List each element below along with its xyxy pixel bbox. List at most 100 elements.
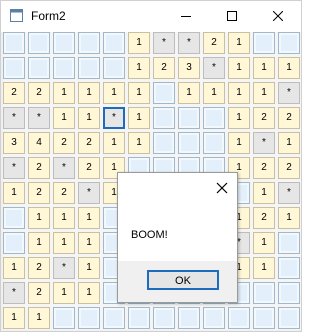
grid-cell[interactable] <box>278 32 300 54</box>
grid-cell[interactable]: 1 <box>253 257 275 279</box>
grid-cell[interactable]: 1 <box>178 82 200 104</box>
grid-cell[interactable]: 2 <box>53 182 75 204</box>
grid-cell[interactable] <box>178 107 200 129</box>
maximize-button[interactable] <box>209 1 255 32</box>
grid-cell[interactable]: 1 <box>78 282 100 304</box>
grid-cell[interactable]: 1 <box>53 207 75 229</box>
grid-cell[interactable]: * <box>53 157 75 179</box>
grid-cell[interactable] <box>153 107 175 129</box>
grid-cell[interactable] <box>203 107 225 129</box>
grid-cell[interactable] <box>253 32 275 54</box>
minimize-button[interactable] <box>163 1 209 32</box>
grid-cell[interactable]: * <box>53 257 75 279</box>
grid-cell[interactable]: 3 <box>3 132 25 154</box>
grid-cell[interactable]: 1 <box>253 182 275 204</box>
grid-cell[interactable]: 1 <box>78 207 100 229</box>
grid-cell[interactable]: * <box>3 282 25 304</box>
grid-cell[interactable] <box>228 307 250 329</box>
grid-cell[interactable]: * <box>3 157 25 179</box>
grid-cell[interactable]: 2 <box>28 82 50 104</box>
grid-cell[interactable]: 1 <box>3 307 25 329</box>
grid-cell[interactable]: 1 <box>53 282 75 304</box>
grid-cell[interactable] <box>128 307 150 329</box>
ok-button[interactable]: OK <box>147 270 219 290</box>
grid-cell[interactable]: 2 <box>28 257 50 279</box>
grid-cell[interactable]: 1 <box>78 232 100 254</box>
grid-cell[interactable]: 2 <box>28 157 50 179</box>
grid-cell[interactable]: 2 <box>153 57 175 79</box>
grid-cell[interactable]: 1 <box>128 107 150 129</box>
grid-cell[interactable]: 1 <box>253 232 275 254</box>
grid-cell[interactable] <box>178 132 200 154</box>
grid-cell[interactable]: 2 <box>253 157 275 179</box>
grid-cell[interactable] <box>78 57 100 79</box>
grid-cell[interactable] <box>3 57 25 79</box>
grid-cell[interactable]: 2 <box>53 132 75 154</box>
grid-cell[interactable]: * <box>103 107 125 129</box>
grid-cell[interactable]: 1 <box>53 232 75 254</box>
grid-cell[interactable] <box>28 32 50 54</box>
grid-cell[interactable] <box>28 57 50 79</box>
grid-cell[interactable] <box>103 57 125 79</box>
grid-cell[interactable] <box>153 307 175 329</box>
grid-cell[interactable] <box>103 32 125 54</box>
grid-cell[interactable]: 1 <box>278 207 300 229</box>
grid-cell[interactable]: 1 <box>28 232 50 254</box>
grid-cell[interactable]: 2 <box>28 282 50 304</box>
grid-cell[interactable] <box>53 307 75 329</box>
grid-cell[interactable]: 1 <box>278 132 300 154</box>
grid-cell[interactable]: 3 <box>178 57 200 79</box>
grid-cell[interactable]: 1 <box>228 82 250 104</box>
grid-cell[interactable]: * <box>3 107 25 129</box>
grid-cell[interactable]: 1 <box>278 57 300 79</box>
grid-cell[interactable] <box>78 32 100 54</box>
grid-cell[interactable]: 1 <box>128 32 150 54</box>
grid-cell[interactable]: 1 <box>253 82 275 104</box>
grid-cell[interactable]: 1 <box>28 307 50 329</box>
grid-cell[interactable] <box>278 232 300 254</box>
grid-cell[interactable]: 1 <box>103 82 125 104</box>
title-bar[interactable]: Form2 <box>1 1 301 32</box>
grid-cell[interactable]: 1 <box>128 132 150 154</box>
grid-cell[interactable]: 1 <box>228 57 250 79</box>
grid-cell[interactable]: 2 <box>253 107 275 129</box>
grid-cell[interactable]: 1 <box>128 57 150 79</box>
grid-cell[interactable]: 1 <box>78 82 100 104</box>
grid-cell[interactable] <box>278 307 300 329</box>
grid-cell[interactable] <box>3 32 25 54</box>
grid-cell[interactable]: 1 <box>128 82 150 104</box>
grid-cell[interactable]: 2 <box>78 157 100 179</box>
grid-cell[interactable]: 1 <box>253 57 275 79</box>
grid-cell[interactable]: 1 <box>228 132 250 154</box>
grid-cell[interactable] <box>103 307 125 329</box>
grid-cell[interactable] <box>253 282 275 304</box>
grid-cell[interactable] <box>3 207 25 229</box>
grid-cell[interactable] <box>178 307 200 329</box>
grid-cell[interactable]: 1 <box>228 32 250 54</box>
grid-cell[interactable]: 1 <box>3 257 25 279</box>
grid-cell[interactable]: * <box>278 82 300 104</box>
grid-cell[interactable]: 1 <box>28 207 50 229</box>
grid-cell[interactable]: 2 <box>28 182 50 204</box>
grid-cell[interactable]: 1 <box>53 82 75 104</box>
grid-cell[interactable] <box>53 32 75 54</box>
grid-cell[interactable]: 1 <box>103 132 125 154</box>
grid-cell[interactable]: 2 <box>3 82 25 104</box>
grid-cell[interactable] <box>3 232 25 254</box>
grid-cell[interactable] <box>78 307 100 329</box>
grid-cell[interactable]: 2 <box>253 207 275 229</box>
grid-cell[interactable]: * <box>278 182 300 204</box>
grid-cell[interactable]: 2 <box>203 32 225 54</box>
grid-cell[interactable] <box>253 307 275 329</box>
grid-cell[interactable]: * <box>78 182 100 204</box>
grid-cell[interactable]: 2 <box>278 157 300 179</box>
grid-cell[interactable]: 4 <box>28 132 50 154</box>
grid-cell[interactable]: 1 <box>78 107 100 129</box>
grid-cell[interactable] <box>278 282 300 304</box>
grid-cell[interactable]: 2 <box>278 107 300 129</box>
grid-cell[interactable]: 1 <box>203 82 225 104</box>
grid-cell[interactable]: * <box>28 107 50 129</box>
grid-cell[interactable] <box>278 257 300 279</box>
grid-cell[interactable]: 1 <box>3 182 25 204</box>
grid-cell[interactable]: 2 <box>78 132 100 154</box>
